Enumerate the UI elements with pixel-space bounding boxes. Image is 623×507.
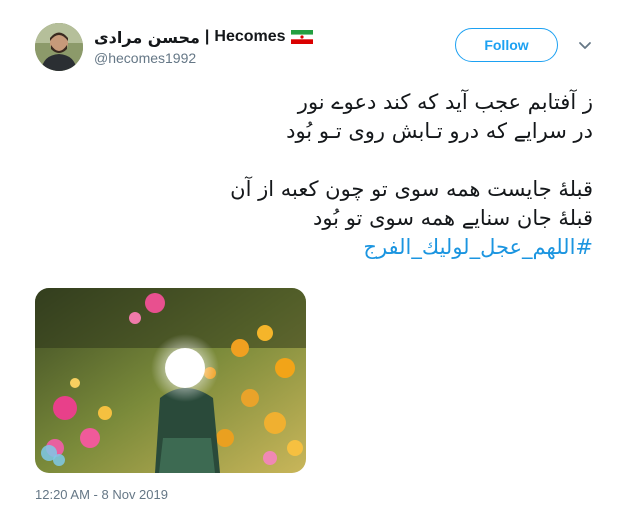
chevron-down-icon[interactable]	[576, 37, 594, 55]
name-separator: |	[204, 28, 210, 45]
tweet-timestamp[interactable]: 12:20 AM - 8 Nov 2019	[35, 487, 168, 502]
iran-flag-icon	[290, 30, 313, 44]
user-name-row[interactable]: محسن مرادی | Hecomes	[94, 26, 313, 48]
display-name-latin: Hecomes	[214, 28, 286, 45]
user-handle[interactable]: @hecomes1992	[94, 50, 196, 66]
tweet-line: در سرایے که درو تـابش روی تـو بُود	[286, 119, 593, 143]
follow-button[interactable]: Follow	[455, 28, 558, 62]
tweet-line: ز آفتابم عجب آید که کند دعوے نور	[297, 90, 593, 114]
tweet-text: ز آفتابم عجب آید که کند دعوے نور در سرای…	[33, 88, 593, 262]
tweet-media-image[interactable]	[35, 288, 306, 473]
avatar[interactable]	[35, 23, 83, 71]
tweet-line: قبلهٔ جان سنایے همه سوی تو بُود	[312, 206, 593, 230]
display-name-persian: محسن مرادی	[94, 27, 200, 47]
tweet-line: قبلهٔ جایست همه سوی تو چون کعبه از آن	[230, 177, 593, 201]
hashtag-link[interactable]: #اللهم_عجل_لولیك_الفرج	[33, 233, 593, 262]
